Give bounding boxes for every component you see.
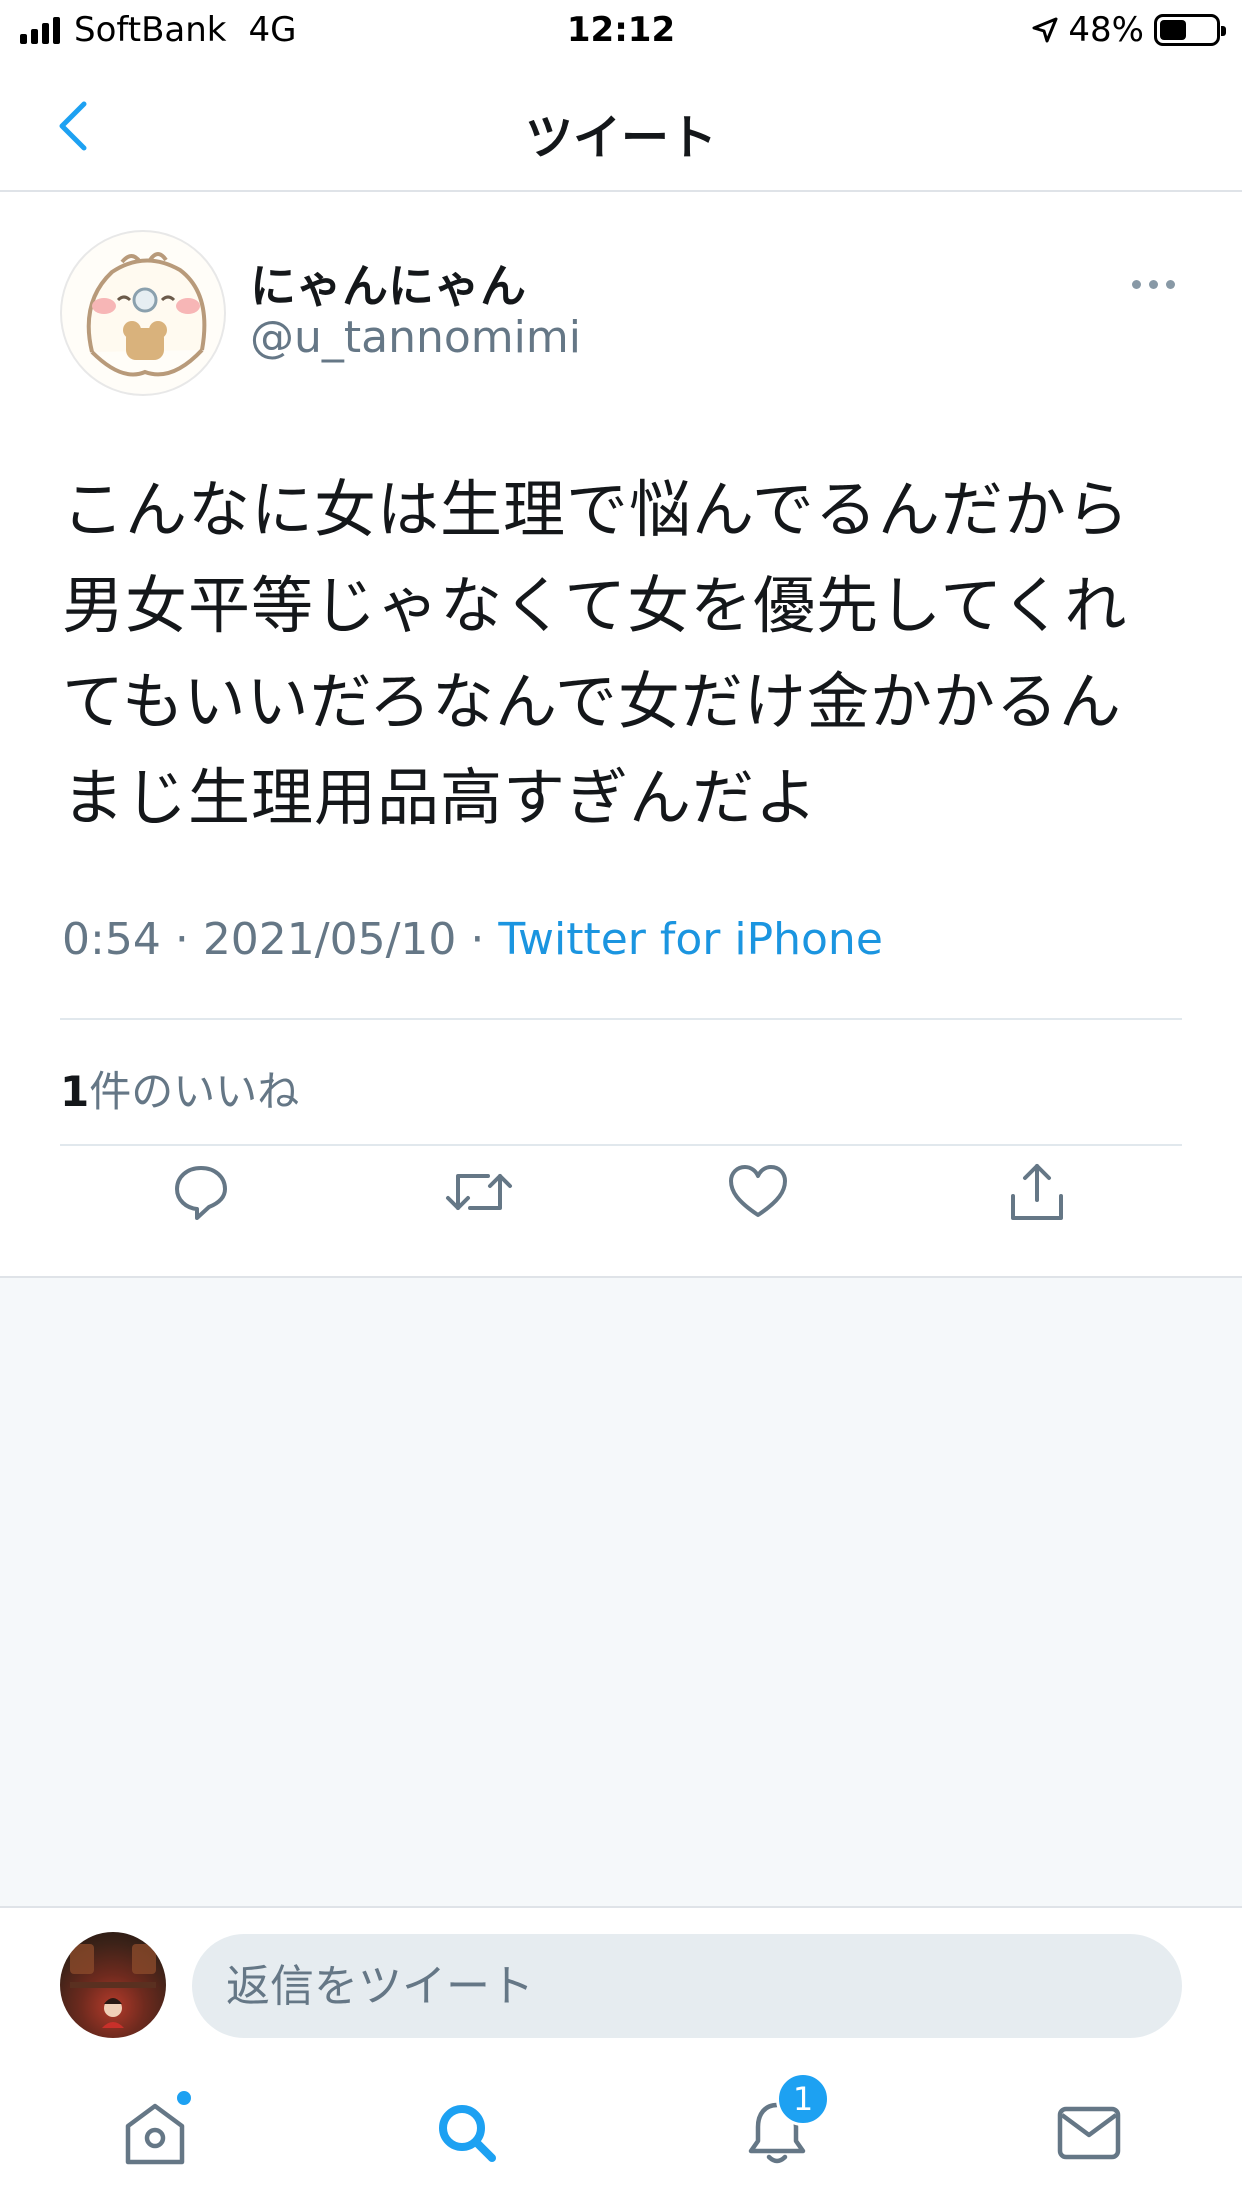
status-right: 48% [1032, 10, 1226, 50]
tab-search[interactable] [422, 2088, 512, 2178]
home-new-dot [174, 2088, 194, 2108]
tweet-detail: にゃんにゃん @u_tannomimi こんなに女は生理で悩んでるんだから 男女… [0, 192, 1242, 1278]
likes-count-link[interactable]: 1件のいいね [60, 1058, 299, 1119]
replies-area [0, 1278, 1242, 1906]
battery-fill [1160, 20, 1186, 40]
user-handle[interactable]: @u_tannomimi [250, 312, 581, 363]
home-icon [125, 2103, 185, 2165]
tweet-source-link[interactable]: Twitter for iPhone [498, 914, 882, 965]
likes-count: 1 [60, 1067, 90, 1116]
retweet-icon [446, 1174, 512, 1210]
reply-input[interactable] [192, 1934, 1182, 2038]
reply-icon [175, 1166, 227, 1220]
more-dot [1132, 279, 1141, 289]
reply-bar [0, 1906, 1242, 2038]
tweet-text-line: 男女平等じゃなくて女を優先してくれ [62, 569, 1128, 642]
share-icon [1011, 1164, 1063, 1220]
user-avatar[interactable] [60, 1932, 166, 2038]
avatar[interactable] [60, 230, 226, 396]
battery-tip [1221, 26, 1226, 36]
tweet-time: 0:54 [62, 914, 161, 965]
tweet-text-line: てもいいだろなんで女だけ金かかるん [62, 665, 1122, 738]
page-title: ツイート [524, 110, 717, 166]
share-button[interactable] [997, 1152, 1077, 1232]
meta-separator: · [174, 914, 189, 965]
tweet-text-line: まじ生理用品高すぎんだよ [62, 761, 819, 834]
mail-icon [1057, 2106, 1121, 2160]
hamster-avatar-icon [86, 252, 207, 377]
more-dot [1166, 279, 1175, 289]
heart-icon [729, 1165, 787, 1217]
retweet-button[interactable] [439, 1152, 519, 1232]
more-dot [1149, 279, 1158, 289]
tweet-text: こんなに女は生理で悩んでるんだから 男女平等じゃなくて女を優先してくれ てもいい… [62, 462, 1182, 846]
notifications-badge: 1 [776, 2072, 830, 2126]
divider [60, 1018, 1182, 1020]
tweet-text-line: こんなに女は生理で悩んでるんだから [62, 473, 1130, 546]
likes-label: 件のいいね [89, 1067, 300, 1116]
location-arrow-icon [1032, 17, 1058, 43]
status-bar: SoftBank 4G 12:12 48% [0, 0, 1242, 64]
nav-bar: ツイート [0, 64, 1242, 192]
reply-button[interactable] [161, 1152, 241, 1232]
profile-picture-icon [70, 1944, 156, 2028]
display-name[interactable]: にゃんにゃん [250, 250, 526, 316]
like-button[interactable] [718, 1152, 798, 1232]
divider [60, 1144, 1182, 1146]
more-options-button[interactable] [1132, 272, 1182, 296]
tab-notifications[interactable]: 1 [732, 2072, 830, 2178]
meta-separator: · [470, 914, 485, 965]
battery-icon [1154, 14, 1226, 46]
tweet-date: 2021/05/10 [202, 914, 457, 965]
search-icon [439, 2105, 496, 2162]
tab-bar: 1 [0, 2038, 1242, 2208]
tweet-meta: 0:54 · 2021/05/10 · Twitter for iPhone [62, 914, 883, 965]
battery-percent: 48% [1068, 10, 1144, 50]
tweet-actions [0, 1152, 1242, 1262]
tab-home[interactable] [110, 2088, 200, 2178]
tab-messages[interactable] [1044, 2088, 1134, 2178]
